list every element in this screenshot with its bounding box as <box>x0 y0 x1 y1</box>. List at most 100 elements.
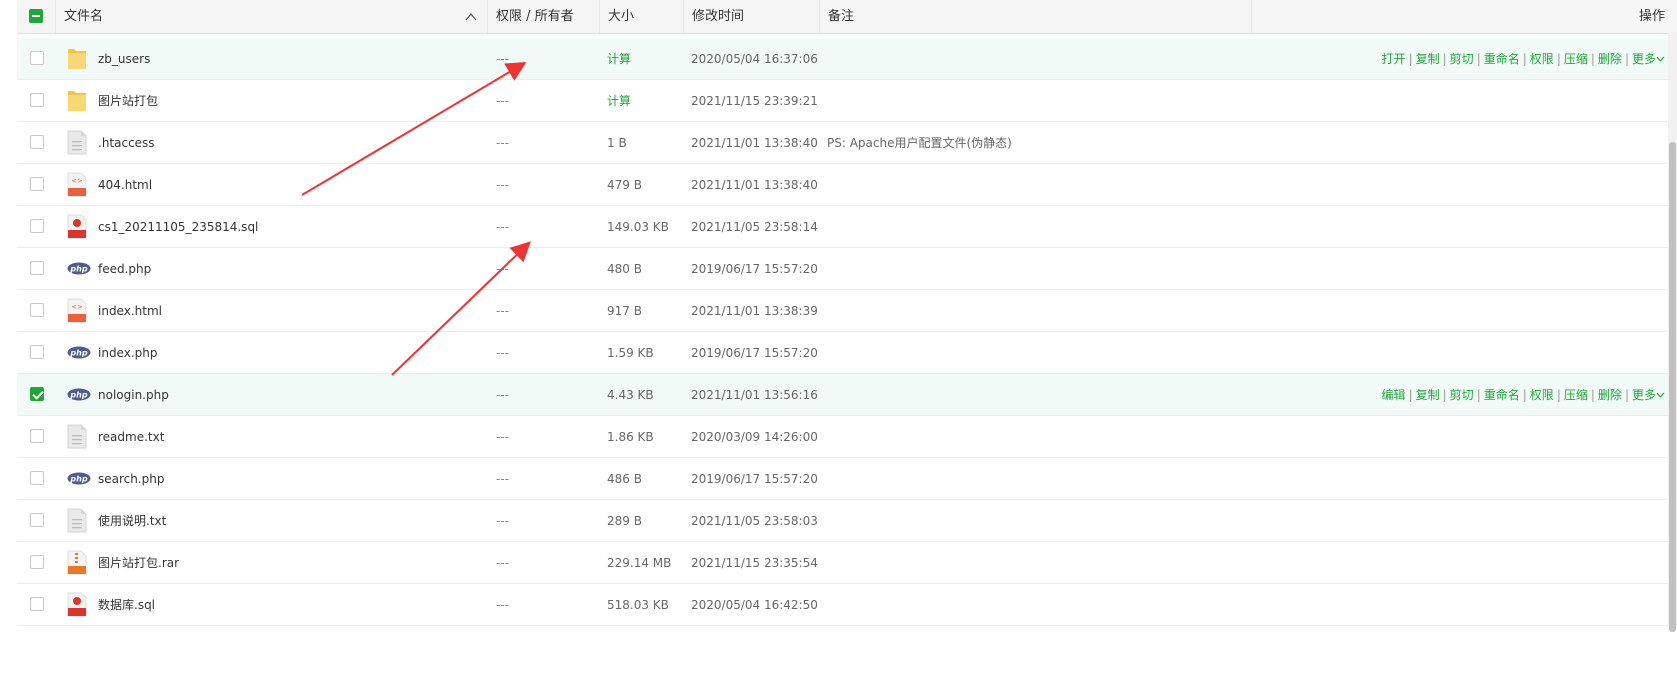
action-item-button[interactable]: 压缩 <box>1564 52 1588 66</box>
scrollbar-thumb[interactable] <box>1669 142 1676 632</box>
action-item-button[interactable]: 复制 <box>1416 52 1440 66</box>
file-mtime: 2019/06/17 15:57:20 <box>691 472 818 486</box>
row-checkbox[interactable] <box>30 513 44 527</box>
action-item-button[interactable]: 编辑 <box>1382 388 1406 402</box>
table-row[interactable]: .htaccess --- 1 B 2021/11/01 13:38:40 PS: Ap… <box>17 122 1677 164</box>
table-row[interactable]: <> 404.html --- 479 B 2021/11/01 13:38:40 <box>17 164 1677 206</box>
action-item-button[interactable]: 重命名 <box>1484 52 1520 66</box>
action-more-button[interactable]: 更多 <box>1632 52 1656 66</box>
table-row[interactable]: php index.php --- 1.59 KB 2019/06/17 15:57:2… <box>17 332 1677 374</box>
row-checkbox[interactable] <box>30 261 44 275</box>
header-note: 备注 <box>820 0 1252 33</box>
action-item-button[interactable]: 打开 <box>1382 52 1406 66</box>
file-size: 4.43 KB <box>607 388 654 402</box>
header-size[interactable]: 大小 <box>600 0 684 33</box>
action-item-button[interactable]: 剪切 <box>1450 388 1474 402</box>
file-permission: --- <box>496 514 509 528</box>
file-name[interactable]: feed.php <box>98 248 151 290</box>
action-item-button[interactable]: 重命名 <box>1484 388 1520 402</box>
action-separator: | <box>1522 388 1527 402</box>
action-item-button[interactable]: 权限 <box>1530 52 1554 66</box>
file-permission: --- <box>496 94 509 108</box>
table-row[interactable]: 数据库.sql --- 518.03 KB 2020/05/04 16:42:50 <box>17 584 1677 626</box>
file-note[interactable]: PS: Apache用户配置文件(伪静态) <box>827 122 1012 164</box>
file-name[interactable]: search.php <box>98 458 165 500</box>
table-row[interactable]: 图片站打包 --- 计算 2021/11/15 23:39:21 <box>17 80 1677 122</box>
action-item-button[interactable]: 剪切 <box>1450 52 1474 66</box>
action-item-button[interactable]: 权限 <box>1530 388 1554 402</box>
file-mtime: 2021/11/01 13:38:40 <box>691 178 818 192</box>
row-checkbox[interactable] <box>30 177 44 191</box>
file-name[interactable]: 使用说明.txt <box>98 500 166 542</box>
file-name[interactable]: .htaccess <box>98 122 155 164</box>
table-row[interactable]: 图片站打包.rar --- 229.14 MB 2021/11/15 23:35:54 <box>17 542 1677 584</box>
text-file-icon <box>67 424 87 449</box>
file-permission: --- <box>496 178 509 192</box>
chevron-down-icon[interactable] <box>1656 52 1665 66</box>
row-checkbox[interactable] <box>30 135 44 149</box>
file-mtime: 2021/11/15 23:39:21 <box>691 94 818 108</box>
file-size: 1.59 KB <box>607 346 654 360</box>
vertical-scrollbar[interactable] <box>1668 32 1677 632</box>
header-mtime[interactable]: 修改时间 <box>684 0 820 33</box>
row-checkbox[interactable] <box>30 387 44 401</box>
action-item-button[interactable]: 删除 <box>1598 388 1622 402</box>
table-row[interactable]: zb_users --- 计算 2020/05/04 16:37:06 打开 | 复制 | 剪切… <box>17 38 1677 80</box>
action-item-button[interactable]: 压缩 <box>1564 388 1588 402</box>
file-name[interactable]: index.html <box>98 290 162 332</box>
action-separator: | <box>1624 388 1629 402</box>
action-more-button[interactable]: 更多 <box>1632 388 1656 402</box>
table-row[interactable]: php nologin.php --- 4.43 KB 2021/11/01 13:56… <box>17 374 1677 416</box>
row-checkbox[interactable] <box>30 219 44 233</box>
file-size[interactable]: 计算 <box>607 38 631 80</box>
table-row[interactable]: php feed.php --- 480 B 2019/06/17 15:57:20 <box>17 248 1677 290</box>
chevron-down-icon[interactable] <box>1656 388 1665 402</box>
header-perm[interactable]: 权限 / 所有者 <box>488 0 600 33</box>
row-checkbox[interactable] <box>30 555 44 569</box>
row-checkbox[interactable] <box>30 597 44 611</box>
file-size: 518.03 KB <box>607 598 669 612</box>
row-checkbox[interactable] <box>30 93 44 107</box>
row-checkbox[interactable] <box>30 345 44 359</box>
table-row[interactable]: <> index.html --- 917 B 2021/11/01 13:38:39 <box>17 290 1677 332</box>
file-name[interactable]: cs1_20211105_235814.sql <box>98 206 258 248</box>
file-permission: --- <box>496 472 509 486</box>
file-size: 1.86 KB <box>607 430 654 444</box>
action-separator: | <box>1442 52 1447 66</box>
table-row[interactable]: cs1_20211105_235814.sql --- 149.03 KB 2021/… <box>17 206 1677 248</box>
row-checkbox[interactable] <box>30 303 44 317</box>
action-item-button[interactable]: 复制 <box>1416 388 1440 402</box>
file-size: 229.14 MB <box>607 556 672 570</box>
action-item-button[interactable]: 删除 <box>1598 52 1622 66</box>
row-checkbox[interactable] <box>30 51 44 65</box>
header-name[interactable]: 文件名 <box>56 0 488 33</box>
file-permission: --- <box>496 556 509 570</box>
table-row[interactable]: 使用说明.txt --- 289 B 2021/11/05 23:58:03 <box>17 500 1677 542</box>
file-name[interactable]: 图片站打包.rar <box>98 542 179 584</box>
file-size: 480 B <box>607 262 642 276</box>
text-file-icon <box>67 130 87 155</box>
table-row[interactable]: readme.txt --- 1.86 KB 2020/03/09 14:26:00 <box>17 416 1677 458</box>
file-size[interactable]: 计算 <box>607 80 631 122</box>
file-permission: --- <box>496 52 509 66</box>
row-checkbox[interactable] <box>30 471 44 485</box>
html-file-icon: <> <box>67 172 87 197</box>
file-name[interactable]: zb_users <box>98 38 150 80</box>
file-mtime: 2020/05/04 16:42:50 <box>691 598 818 612</box>
folder-file-icon <box>67 88 87 113</box>
file-name[interactable]: 数据库.sql <box>98 584 155 626</box>
file-name[interactable]: 404.html <box>98 164 152 206</box>
file-name[interactable]: nologin.php <box>98 374 169 416</box>
table-row[interactable]: php search.php --- 486 B 2019/06/17 15:57:20 <box>17 458 1677 500</box>
file-size: 1 B <box>607 136 627 150</box>
file-name[interactable]: readme.txt <box>98 416 164 458</box>
row-checkbox[interactable] <box>30 429 44 443</box>
action-separator: | <box>1590 388 1595 402</box>
table-header: 文件名 权限 / 所有者 大小 修改时间 备注 操作 <box>17 0 1677 34</box>
file-name[interactable]: index.php <box>98 332 157 374</box>
file-name[interactable]: 图片站打包 <box>98 80 158 122</box>
php-file-icon: php <box>67 382 91 407</box>
select-all-checkbox[interactable] <box>29 9 43 23</box>
file-permission: --- <box>496 262 509 276</box>
header-select-cell <box>17 0 56 33</box>
